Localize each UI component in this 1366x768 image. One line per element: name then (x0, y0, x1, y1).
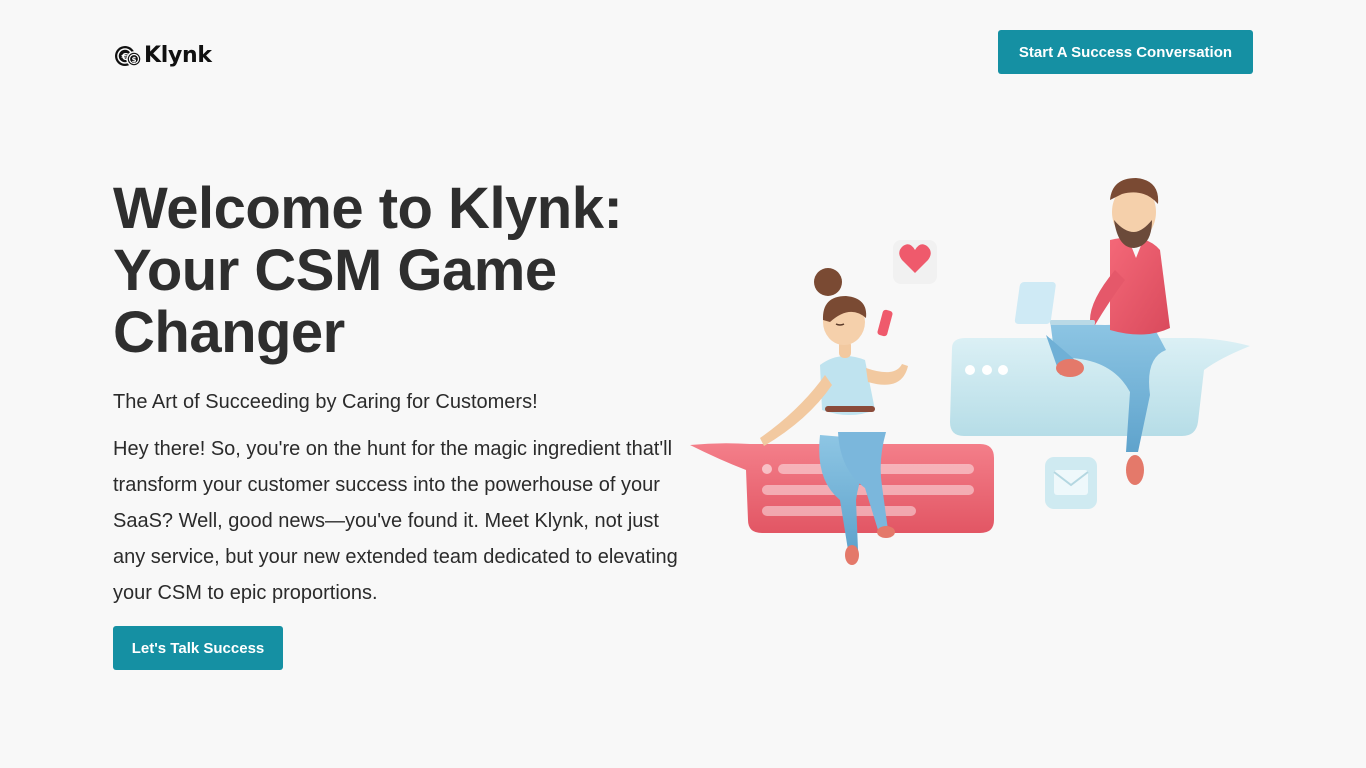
coins-logo-icon: € $ (115, 46, 142, 67)
man-figure (1014, 178, 1170, 485)
logo-text: Klynk (144, 42, 212, 68)
heart-icon (893, 240, 937, 284)
svg-text:$: $ (132, 56, 137, 64)
hero-title: Welcome to Klynk: Your CSM Game Changer (113, 178, 713, 364)
mail-icon (1045, 457, 1097, 509)
hero-title-line: Your CSM Game (113, 238, 557, 303)
hero-intro-text: Hey there! So, you're on the hunt for th… (113, 438, 678, 604)
hero-tagline: The Art of Succeeding by Caring for Cust… (113, 391, 538, 413)
logo-link[interactable]: € $ Klynk (113, 40, 212, 70)
hero-title-line: Changer (113, 300, 345, 365)
lets-talk-success-button[interactable]: Let's Talk Success (113, 626, 283, 670)
chat-people-illustration (690, 178, 1250, 565)
hero-title-line: Welcome to Klynk: (113, 176, 623, 241)
start-conversation-button[interactable]: Start A Success Conversation (998, 30, 1253, 74)
